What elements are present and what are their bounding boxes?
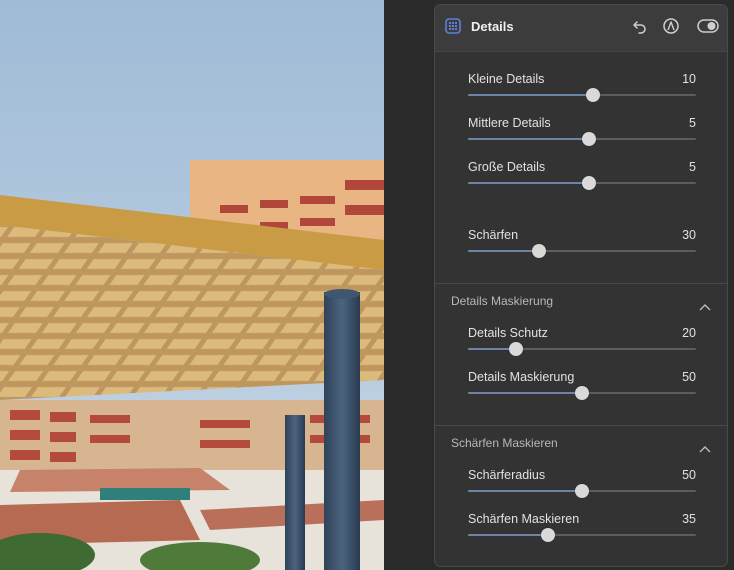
photo-image <box>0 0 384 570</box>
slider-track[interactable] <box>468 132 696 146</box>
slider-thumb[interactable] <box>540 528 555 542</box>
slider-label: Schärfen Maskieren <box>468 512 580 526</box>
slider-track[interactable] <box>468 342 696 356</box>
slider-thumb[interactable] <box>586 88 601 102</box>
panel-header[interactable]: Details <box>435 5 727 52</box>
slider-thumb[interactable] <box>508 342 523 356</box>
slider-fill <box>468 138 589 140</box>
slider-value: 30 <box>682 228 696 242</box>
slider-fill <box>468 392 582 394</box>
slider-fill <box>468 534 548 536</box>
slider-thumb[interactable] <box>531 244 546 258</box>
details-panel: Details Kleine Details 10 Mittlere Detai… <box>434 4 728 567</box>
slider-label: Mittlere Details <box>468 116 551 130</box>
slider-track[interactable] <box>468 88 696 102</box>
section-title: Details Maskierung <box>451 294 554 308</box>
slider-value: 50 <box>682 468 696 482</box>
undo-icon[interactable] <box>631 17 651 37</box>
slider-fill <box>468 490 582 492</box>
slider-fill <box>468 182 589 184</box>
chevron-up-icon[interactable] <box>699 440 711 453</box>
slider-thumb[interactable] <box>581 132 596 146</box>
slider-thumb[interactable] <box>581 176 596 190</box>
slider-label: Kleine Details <box>468 72 545 86</box>
slider-label: Schärferadius <box>468 468 546 482</box>
panel-title: Details <box>471 19 514 34</box>
mask-pen-icon[interactable] <box>662 17 682 37</box>
workspace-gap <box>384 0 434 570</box>
chevron-up-icon[interactable] <box>699 298 711 311</box>
slider-value: 50 <box>682 370 696 384</box>
slider-thumb[interactable] <box>575 386 589 400</box>
slider-label: Details Maskierung <box>468 370 575 384</box>
slider-thumb[interactable] <box>575 484 589 498</box>
slider-label: Schärfen <box>468 228 519 242</box>
slider-track[interactable] <box>468 176 696 190</box>
slider-value: 35 <box>682 512 696 526</box>
grid-icon <box>444 17 464 37</box>
slider-value: 20 <box>682 326 696 340</box>
slider-value: 5 <box>689 160 696 174</box>
slider-fill <box>468 250 539 252</box>
slider-track[interactable] <box>468 484 696 498</box>
section-title: Schärfen Maskieren <box>451 436 558 450</box>
photo-canvas[interactable] <box>0 0 384 570</box>
slider-track[interactable] <box>468 244 696 258</box>
slider-track[interactable] <box>468 528 696 542</box>
slider-label: Details Schutz <box>468 326 548 340</box>
slider-fill <box>468 94 594 96</box>
slider-track[interactable] <box>468 386 696 400</box>
section-divider <box>435 283 727 284</box>
section-divider <box>435 425 727 426</box>
slider-value: 10 <box>682 72 696 86</box>
slider-value: 5 <box>689 116 696 130</box>
toggle-icon[interactable] <box>697 17 719 37</box>
slider-label: Große Details <box>468 160 546 174</box>
